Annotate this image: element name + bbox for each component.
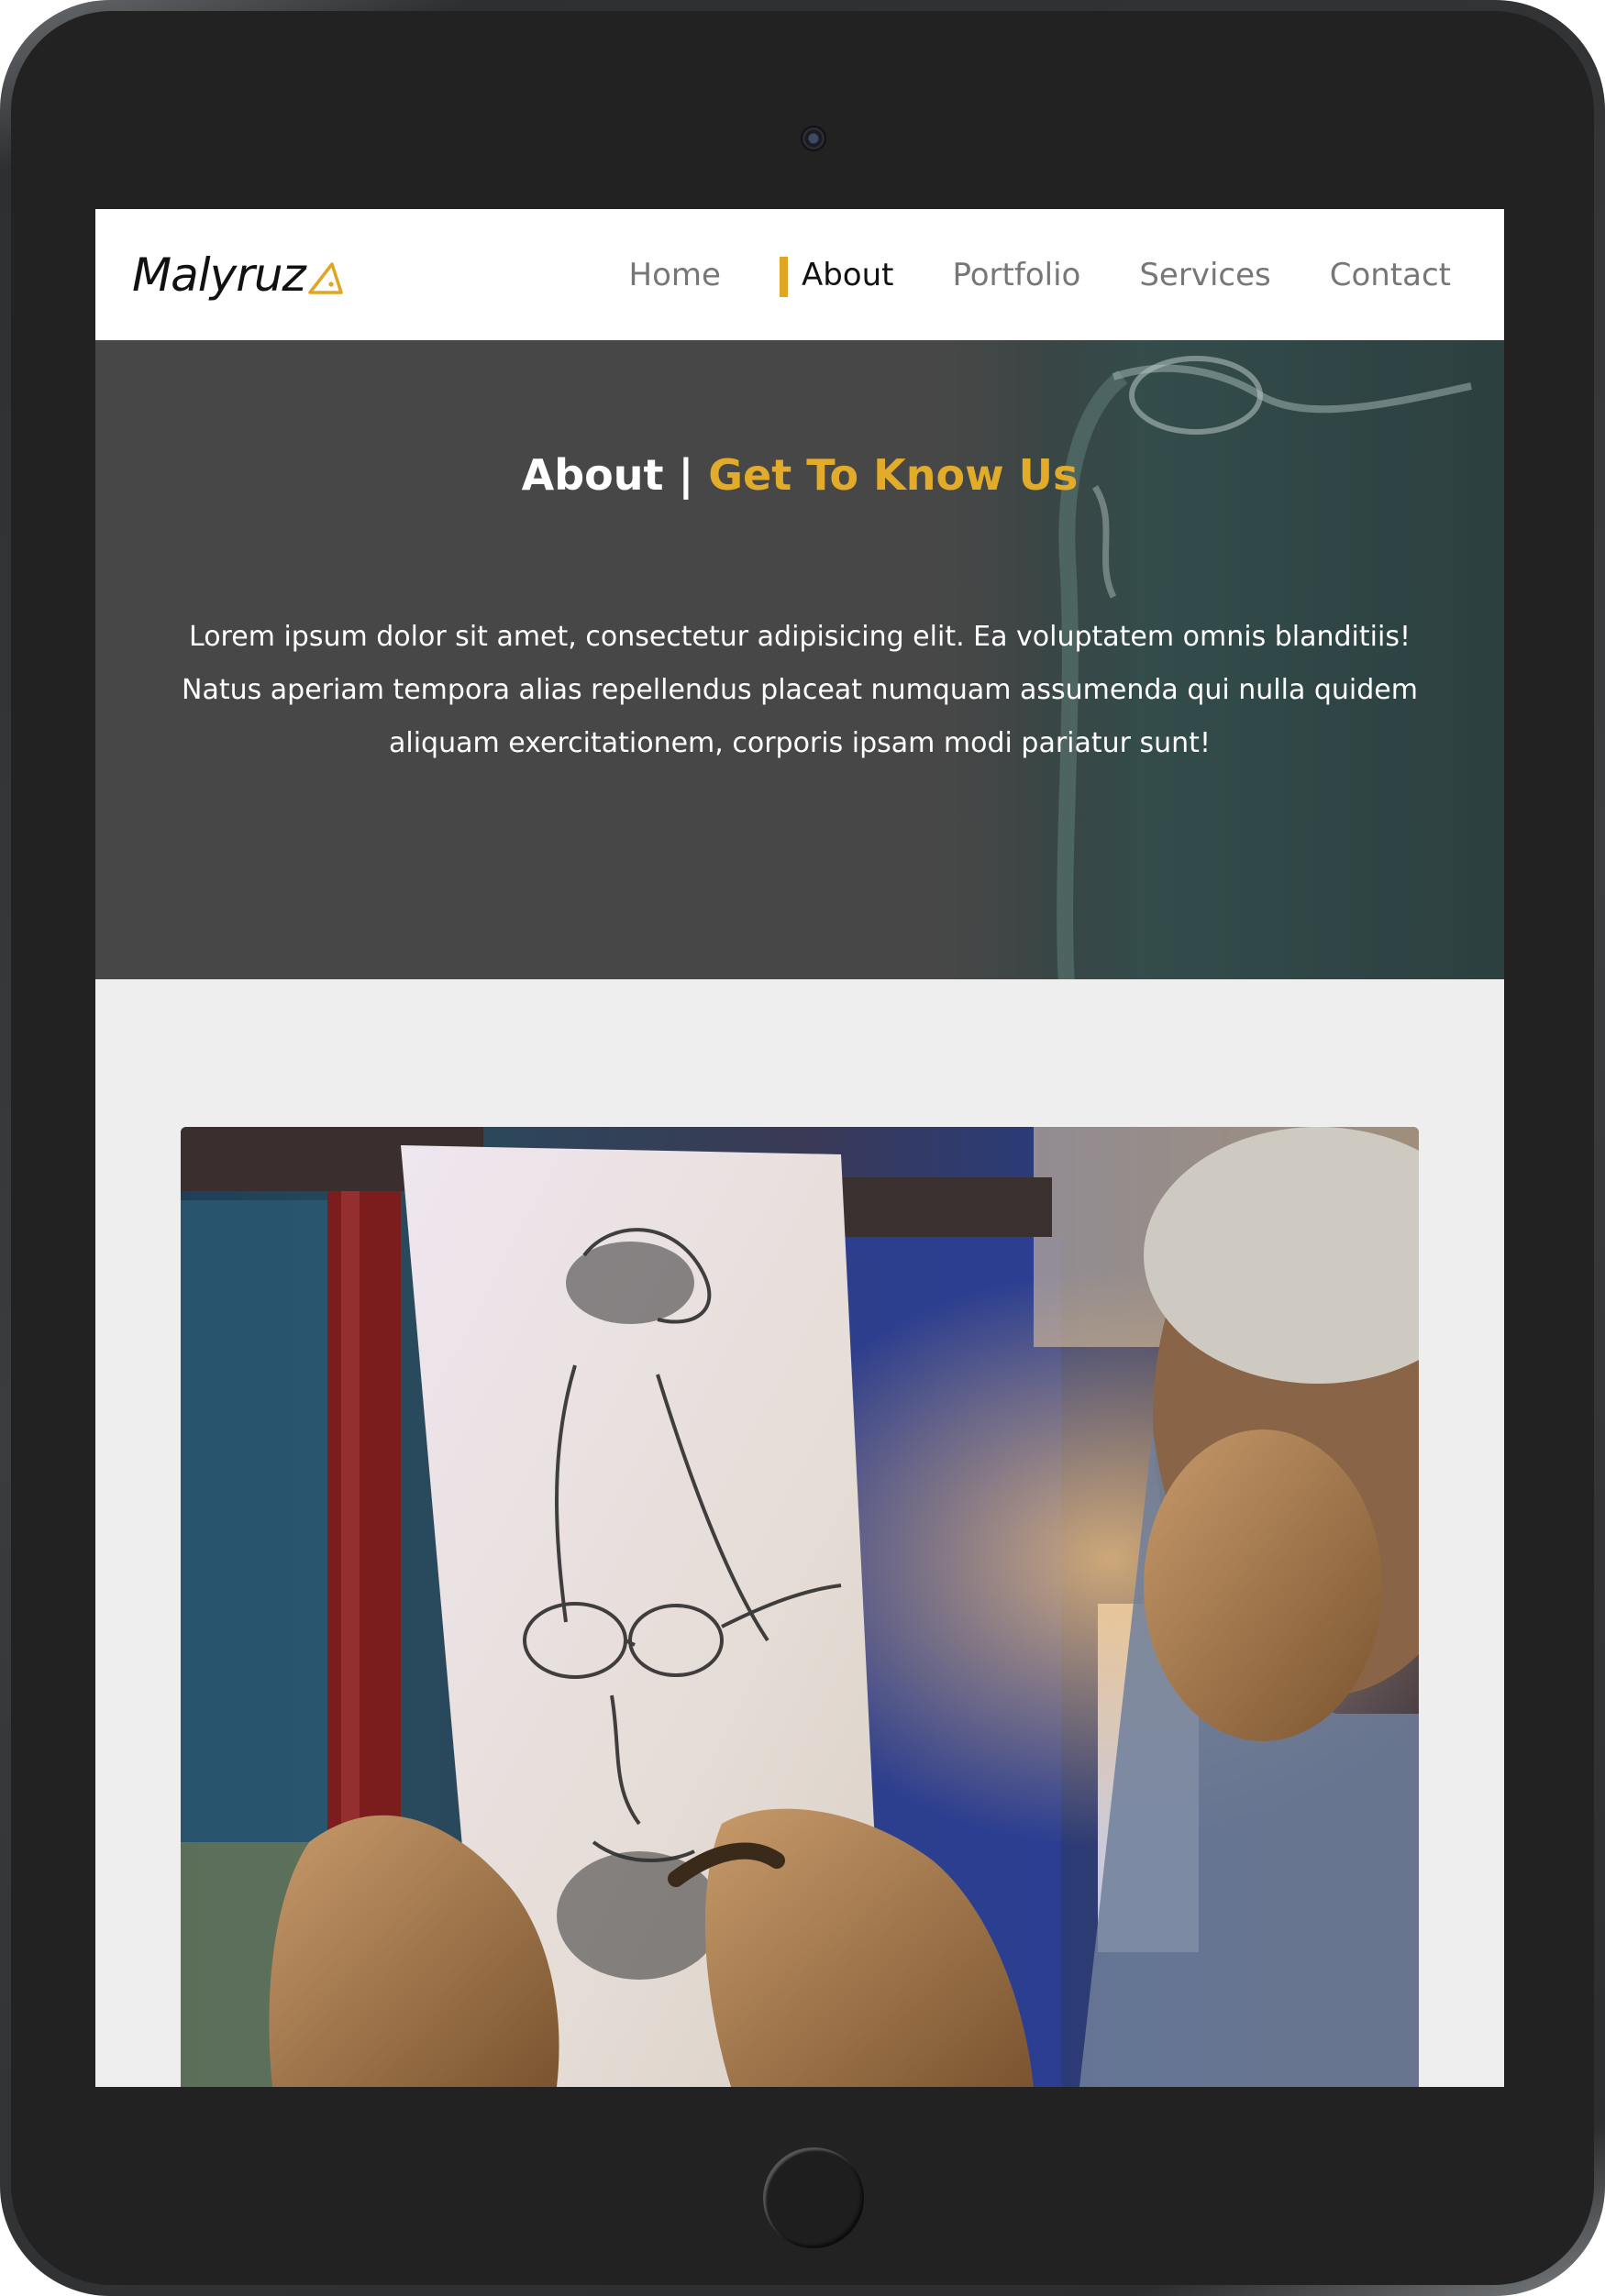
browser-screen: Malyruz Home About Portfolio Services Co… [95,209,1504,2087]
artist-sketching-portrait-photo [181,1127,1419,2087]
triangle-logo-icon [308,262,343,294]
brand-logo[interactable]: Malyruz [132,246,344,304]
nav-item-home[interactable]: Home [629,257,721,293]
page-title-main: About | [521,450,694,500]
tablet-frame: Malyruz Home About Portfolio Services Co… [0,0,1605,2296]
main-nav: Home About Portfolio Services Contact [570,209,1451,340]
home-button[interactable] [763,2147,864,2248]
page-title-accent: Get To Know Us [708,450,1079,500]
nav-item-about[interactable]: About [779,256,893,297]
navbar: Malyruz Home About Portfolio Services Co… [95,209,1504,340]
brand-name: Malyruz [132,248,306,302]
page-title: About | Get To Know Us [95,450,1504,500]
nav-item-portfolio[interactable]: Portfolio [952,257,1080,293]
nav-item-services[interactable]: Services [1139,257,1270,293]
photo-illustration [181,1127,1419,2087]
hero-section: About | Get To Know Us Lorem ipsum dolor… [95,340,1504,979]
nav-item-contact[interactable]: Contact [1330,257,1451,293]
camera-icon [801,126,826,151]
hero-description: Lorem ipsum dolor sit amet, consectetur … [182,621,1418,759]
